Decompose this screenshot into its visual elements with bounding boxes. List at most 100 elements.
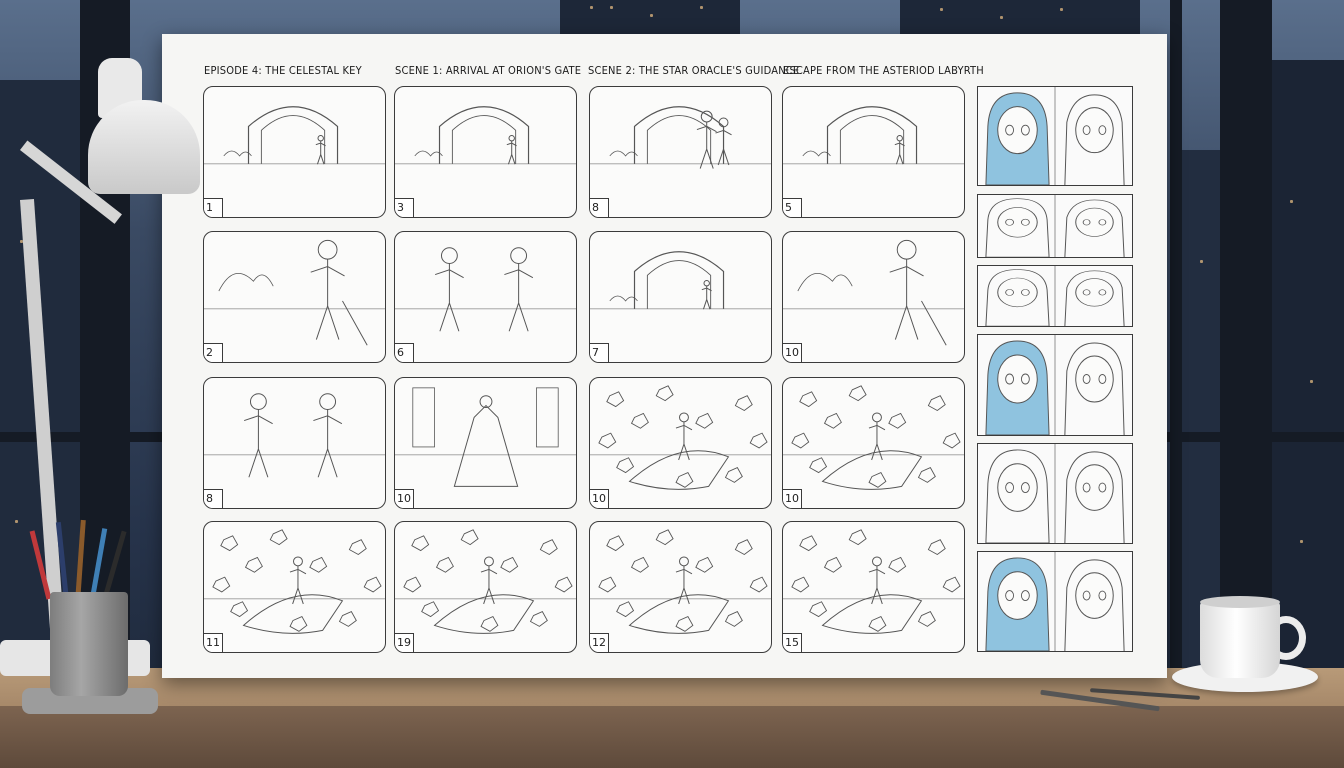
panel-number: 11 <box>204 633 223 652</box>
asteroid <box>244 556 263 573</box>
asteroid <box>823 556 842 573</box>
scene-2-heading: SCENE 2: THE STAR ORACLE'S GUIDANCE <box>588 64 800 77</box>
stone-arch-inner <box>646 260 712 309</box>
storyboard-panel: 10 <box>394 377 577 509</box>
storyboard-panel: 1 <box>203 86 386 218</box>
asteroid <box>309 556 328 573</box>
panel-sketch <box>590 106 771 169</box>
figure-head <box>872 412 882 423</box>
asteroid <box>403 576 422 593</box>
panel-number: 10 <box>783 343 802 362</box>
figure-head <box>484 556 494 567</box>
figure-body <box>434 263 464 332</box>
asteroid <box>539 539 558 556</box>
building <box>1270 60 1344 680</box>
figure-head <box>896 135 903 142</box>
figure-head <box>896 239 917 260</box>
asteroid <box>927 395 946 412</box>
boy-face <box>1075 278 1114 307</box>
figure-body <box>868 421 886 461</box>
pillar <box>412 387 435 448</box>
bushes <box>223 150 252 157</box>
panel-number: 8 <box>590 198 609 217</box>
asteroid <box>289 615 308 632</box>
bushes <box>609 150 638 157</box>
panel-sketch <box>395 529 576 634</box>
window-frame <box>0 432 162 442</box>
asteroid <box>598 576 617 593</box>
figure-body <box>506 140 517 165</box>
asteroid <box>799 391 818 408</box>
bushes <box>609 295 638 302</box>
stone-arch-inner <box>646 115 712 164</box>
asteroid <box>695 556 714 573</box>
panel-sketch <box>204 106 385 165</box>
boy-face <box>1075 355 1114 403</box>
window-light <box>1200 260 1203 263</box>
desk-front <box>0 706 1344 768</box>
panel-sketch <box>590 385 771 490</box>
asteroid <box>348 539 367 556</box>
storyboard-panel: 2 <box>203 231 386 363</box>
bushes <box>802 150 831 157</box>
asteroid <box>749 432 768 449</box>
storyboard-panel: 10 <box>782 377 965 509</box>
sword <box>921 300 947 346</box>
panel-number: 19 <box>395 633 414 652</box>
asteroid <box>888 556 907 573</box>
girl-face <box>997 277 1038 308</box>
asteroid <box>749 576 768 593</box>
character-sketch <box>985 335 1125 435</box>
panel-sketch <box>783 239 964 346</box>
panel-number: 8 <box>204 489 223 508</box>
escape-heading: ESCAPE FROM THE ASTERIOD LABYRTH <box>783 64 984 77</box>
asteroid <box>917 611 936 627</box>
figure-head <box>249 393 267 411</box>
character-panel <box>977 443 1133 544</box>
asteroid <box>888 412 907 429</box>
asteroid <box>460 529 479 546</box>
asteroid <box>616 601 635 618</box>
panel-number: 6 <box>395 343 414 362</box>
panel-number: 10 <box>783 489 802 508</box>
asteroid <box>675 471 694 488</box>
character-sketch <box>985 87 1125 185</box>
figure-body <box>868 565 886 605</box>
asteroid <box>942 576 961 593</box>
character-sketch <box>985 266 1125 326</box>
asteroid <box>212 576 231 593</box>
figure-body <box>504 263 534 332</box>
girl-face <box>997 463 1038 512</box>
asteroid <box>411 535 430 552</box>
figure-body <box>701 285 712 310</box>
asteroid <box>868 615 887 632</box>
panel-number: 3 <box>395 198 414 217</box>
boy-face <box>1075 464 1114 511</box>
character-sketch <box>985 195 1125 257</box>
storyboard-panel: 8 <box>589 86 772 218</box>
asteroid <box>338 611 357 627</box>
window-light <box>940 8 943 11</box>
storyboard-panel: 5 <box>782 86 965 218</box>
asteroid <box>598 432 617 449</box>
figure-body <box>675 421 693 461</box>
figure-body <box>480 565 498 605</box>
figure-head <box>718 117 729 128</box>
asteroid <box>791 432 810 449</box>
window-light <box>1290 200 1293 203</box>
asteroid <box>724 467 743 483</box>
asteroid <box>655 385 674 402</box>
asteroid <box>695 412 714 429</box>
figure-head <box>679 412 689 423</box>
panel-sketch <box>783 529 964 634</box>
figure-head <box>319 393 337 411</box>
figure-head <box>317 239 338 260</box>
storyboard-panel: 10 <box>782 231 965 363</box>
figure-head <box>508 135 515 142</box>
asteroid <box>230 601 249 618</box>
asteroid <box>734 395 753 412</box>
character-panel <box>977 334 1133 436</box>
asteroid <box>655 529 674 546</box>
character-panel <box>977 551 1133 652</box>
episode-heading: EPISODE 4: THE CELESTAL KEY <box>204 64 362 77</box>
